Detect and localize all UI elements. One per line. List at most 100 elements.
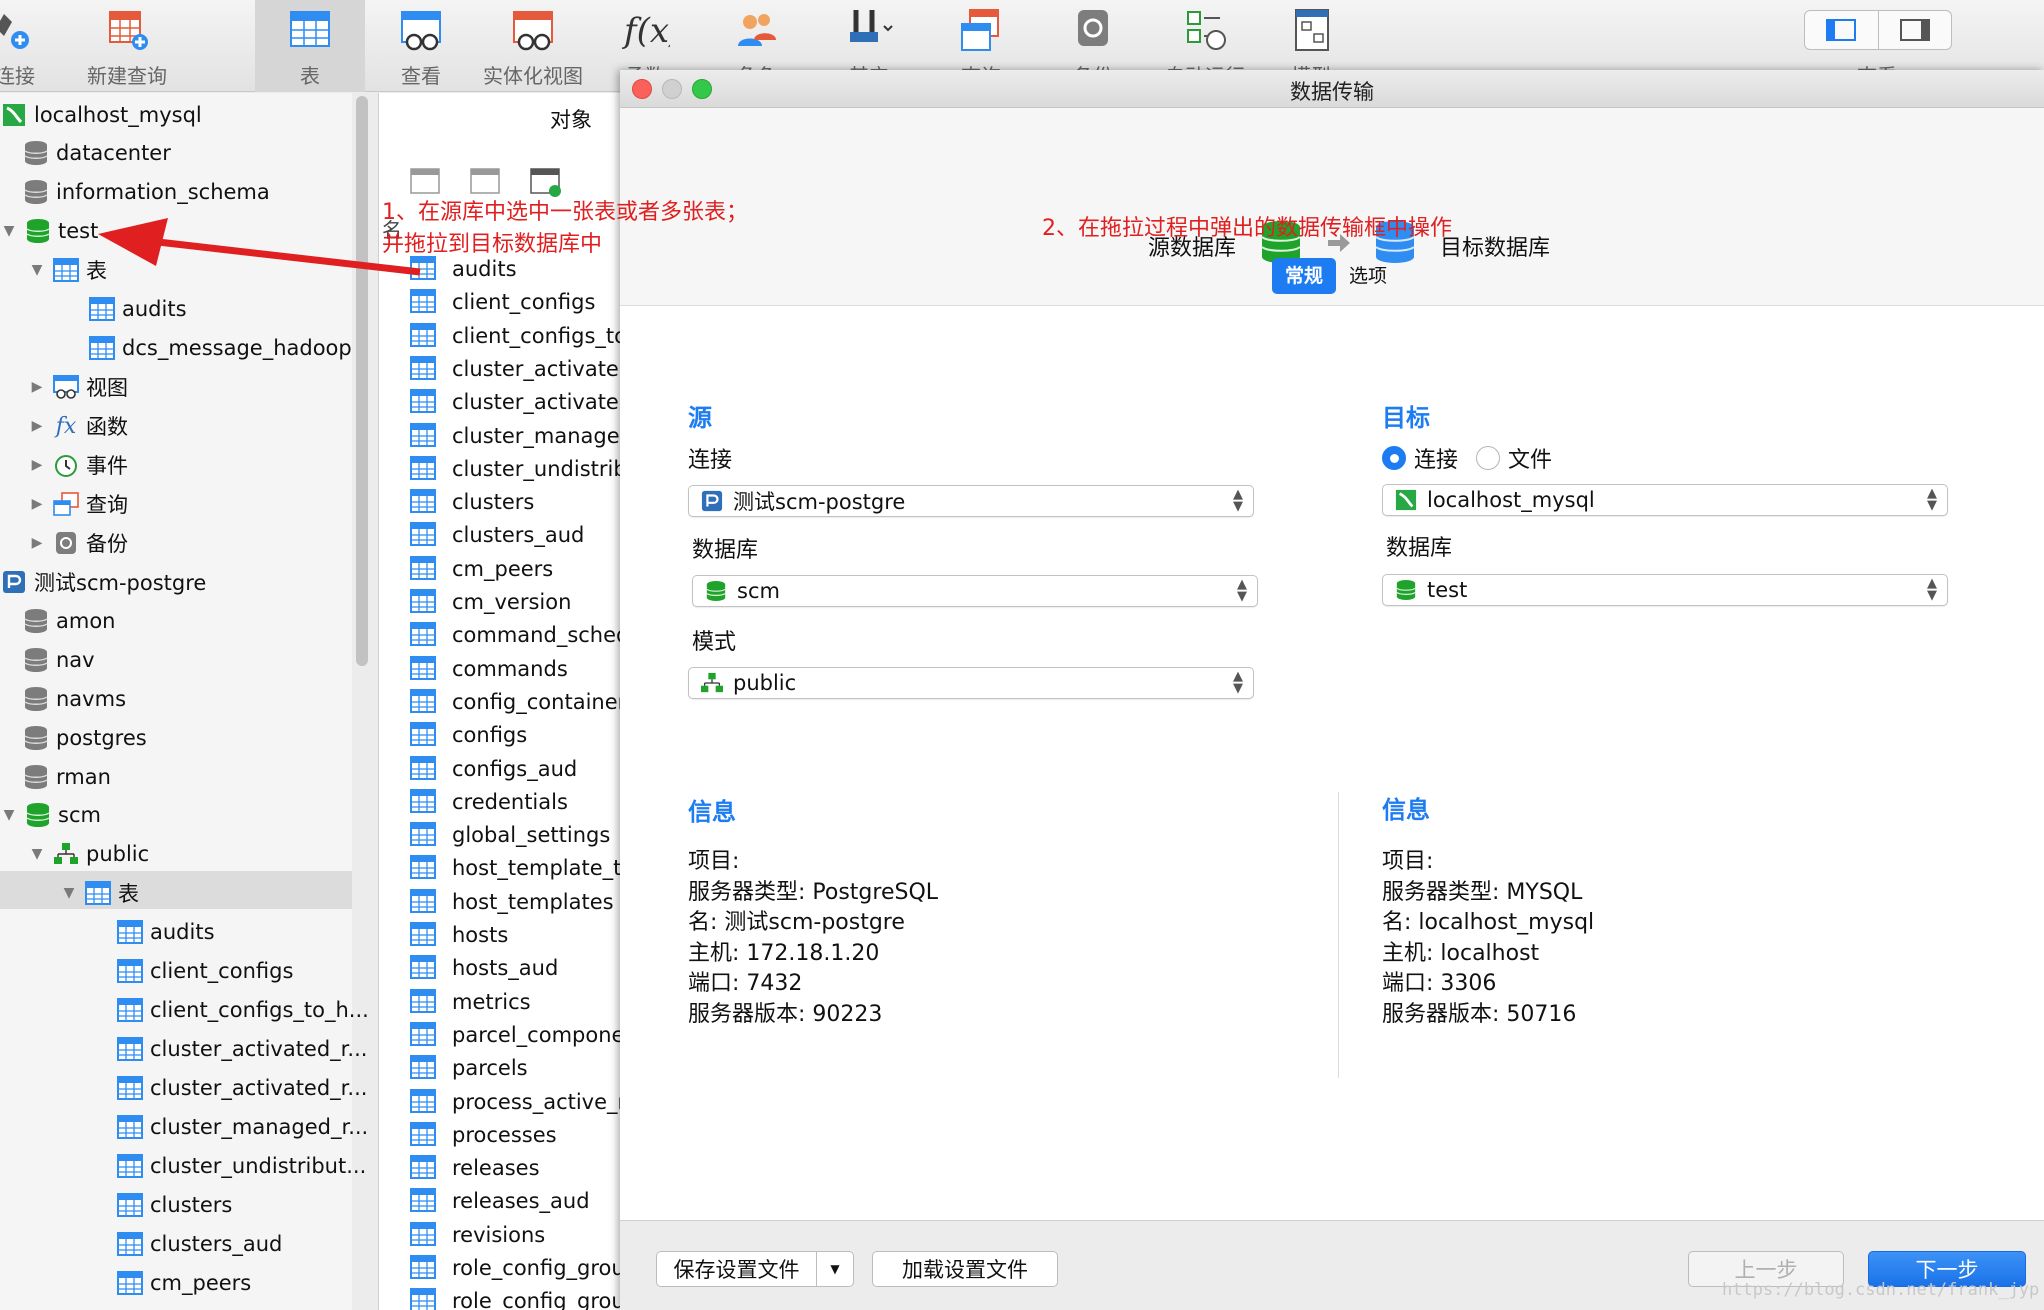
source-schema-select[interactable]: public ▲ ▼ — [688, 667, 1254, 699]
collapsed-arrow-icon[interactable]: ▶ — [28, 379, 46, 395]
tree-db-amon[interactable]: amon — [22, 602, 115, 640]
table-icon — [410, 455, 438, 482]
tree-db-test[interactable]: ▼ test — [0, 212, 98, 250]
object-table-item[interactable]: releases_aud — [410, 1186, 620, 1216]
object-table-item[interactable]: credentials — [410, 787, 620, 817]
tree-db-datacenter[interactable]: datacenter — [22, 134, 171, 172]
object-table-item[interactable]: clusters — [410, 487, 620, 517]
tree-test-table-audits[interactable]: audits — [88, 290, 187, 328]
table-icon — [88, 334, 116, 362]
tree-test-queries-folder[interactable]: ▶ 查询 — [28, 485, 128, 523]
expanded-arrow-icon[interactable]: ▼ — [60, 885, 78, 901]
object-table-item[interactable]: role_config_grou — [410, 1253, 620, 1283]
tree-scm-table-item[interactable]: clusters_aud — [116, 1225, 282, 1263]
collapsed-arrow-icon[interactable]: ▶ — [28, 418, 46, 434]
table-icon — [410, 622, 438, 648]
object-table-item[interactable]: cluster_activated — [410, 387, 620, 417]
object-table-item[interactable]: cluster_activated — [410, 354, 620, 384]
tree-scm-tables-folder[interactable]: ▼ 表 — [60, 874, 139, 912]
collapsed-arrow-icon[interactable]: ▶ — [28, 457, 46, 473]
dialog-header: 源数据库 目标数据库 常规 选项 — [620, 108, 2044, 305]
tree-scrollbar[interactable] — [356, 96, 368, 666]
toolbar-materialized-view-button[interactable]: 实体化视图 — [478, 0, 588, 92]
expanded-arrow-icon[interactable]: ▼ — [0, 223, 18, 239]
collapsed-arrow-icon[interactable]: ▶ — [28, 496, 46, 512]
object-table-item[interactable]: audits — [410, 254, 620, 284]
object-table-item[interactable]: config_container — [410, 687, 620, 717]
save-settings-button[interactable]: 保存设置文件 — [656, 1251, 816, 1287]
load-settings-button[interactable]: 加载设置文件 — [872, 1251, 1058, 1287]
object-table-item[interactable]: clusters_aud — [410, 520, 620, 550]
object-table-item[interactable]: parcels — [410, 1053, 620, 1083]
object-table-item[interactable]: releases — [410, 1153, 620, 1183]
tree-test-events-folder[interactable]: ▶ 事件 — [28, 446, 128, 484]
object-table-item[interactable]: configs_aud — [410, 754, 620, 784]
source-database-select[interactable]: scm ▲ ▼ — [692, 575, 1258, 607]
tree-db-navms[interactable]: navms — [22, 680, 126, 718]
target-radio-file[interactable]: 文件 — [1476, 442, 1552, 474]
object-table-item[interactable]: client_configs_to — [410, 321, 620, 351]
tree-test-functions-folder[interactable]: ▶ fx 函数 — [28, 407, 128, 445]
tree-scm-table-item[interactable]: client_configs_to_h... — [116, 991, 369, 1029]
table-icon — [410, 555, 438, 582]
expanded-arrow-icon[interactable]: ▼ — [28, 846, 46, 862]
toolbar-connect-button[interactable]: 连接 — [0, 0, 70, 92]
tree-scm-table-item[interactable]: cluster_managed_r... — [116, 1108, 368, 1146]
save-settings-dropdown[interactable]: ▼ — [816, 1251, 854, 1287]
tree-connection-localhost-mysql[interactable]: localhost_mysql — [0, 96, 202, 134]
object-table-item[interactable]: parcel_component — [410, 1020, 620, 1050]
target-info-title: 信息 — [1382, 796, 1430, 824]
object-table-item[interactable]: metrics — [410, 987, 620, 1017]
table-icon — [410, 422, 438, 449]
tab-general[interactable]: 常规 — [1272, 258, 1337, 294]
object-table-item[interactable]: command_sched — [410, 620, 620, 650]
toolbar-table-button[interactable]: 表 — [255, 0, 365, 92]
tree-test-table-dcs-message-hadoop[interactable]: dcs_message_hadoop — [88, 329, 352, 367]
tree-scm-table-item[interactable]: cluster_activated_r... — [116, 1069, 367, 1107]
tree-scm-table-item[interactable]: cluster_activated_r... — [116, 1030, 367, 1068]
collapsed-arrow-icon[interactable]: ▶ — [28, 535, 46, 551]
object-table-item[interactable]: hosts — [410, 920, 620, 950]
tree-scm-table-item[interactable]: audits — [116, 913, 215, 951]
expanded-arrow-icon[interactable]: ▼ — [28, 262, 46, 278]
model-icon — [1295, 9, 1329, 51]
tree-db-information-schema[interactable]: information_schema — [22, 173, 270, 211]
tree-db-nav[interactable]: nav — [22, 641, 95, 679]
source-connection-select[interactable]: 测试scm-postgre ▲ ▼ — [688, 485, 1254, 517]
tree-db-postgres[interactable]: postgres — [22, 719, 147, 757]
object-table-item[interactable]: configs — [410, 720, 620, 750]
object-table-item[interactable]: host_templates — [410, 887, 620, 917]
object-table-item[interactable]: revisions — [410, 1220, 620, 1250]
tree-test-backup-folder[interactable]: ▶ 备份 — [28, 524, 128, 562]
object-table-item[interactable]: cluster_managed — [410, 421, 620, 451]
object-table-item[interactable]: role_config_grou — [410, 1286, 620, 1310]
object-table-item[interactable]: process_active_r — [410, 1087, 620, 1117]
tree-scm-table-item[interactable]: cluster_undistribut... — [116, 1147, 366, 1185]
target-radio-connection[interactable]: 连接 — [1382, 442, 1458, 474]
table-icon — [52, 256, 80, 284]
tree-connection-scm-postgre[interactable]: 测试scm-postgre — [0, 563, 206, 601]
object-table-item[interactable]: commands — [410, 654, 620, 684]
object-table-item[interactable]: host_template_to — [410, 853, 620, 883]
target-database-select[interactable]: test ▲ ▼ — [1382, 574, 1948, 606]
tree-db-scm[interactable]: ▼ scm — [0, 796, 101, 834]
object-table-item[interactable]: cm_peers — [410, 554, 620, 584]
target-connection-select[interactable]: localhost_mysql ▲ ▼ — [1382, 484, 1948, 516]
object-table-item[interactable]: global_settings — [410, 820, 620, 850]
object-table-item[interactable]: processes — [410, 1120, 620, 1150]
tree-scm-table-item[interactable]: cm_peers — [116, 1264, 251, 1302]
expanded-arrow-icon[interactable]: ▼ — [0, 807, 18, 823]
tree-scm-table-item[interactable]: clusters — [116, 1186, 232, 1224]
toolbar-view-button[interactable]: 查看 — [366, 0, 476, 92]
tree-test-views-folder[interactable]: ▶ 视图 — [28, 368, 128, 406]
object-table-item[interactable]: cluster_undistrib — [410, 454, 620, 484]
tree-db-rman[interactable]: rman — [22, 758, 111, 796]
object-table-item[interactable]: hosts_aud — [410, 953, 620, 983]
table-icon — [410, 489, 438, 515]
toolbar-new-query-button[interactable]: 新建查询 — [72, 0, 182, 92]
object-table-item[interactable]: client_configs — [410, 287, 620, 317]
tree-schema-public[interactable]: ▼ public — [28, 835, 150, 873]
tree-scm-table-item[interactable]: client_configs — [116, 952, 293, 990]
tab-options[interactable]: 选项 — [1336, 258, 1400, 294]
object-table-item[interactable]: cm_version — [410, 587, 620, 617]
